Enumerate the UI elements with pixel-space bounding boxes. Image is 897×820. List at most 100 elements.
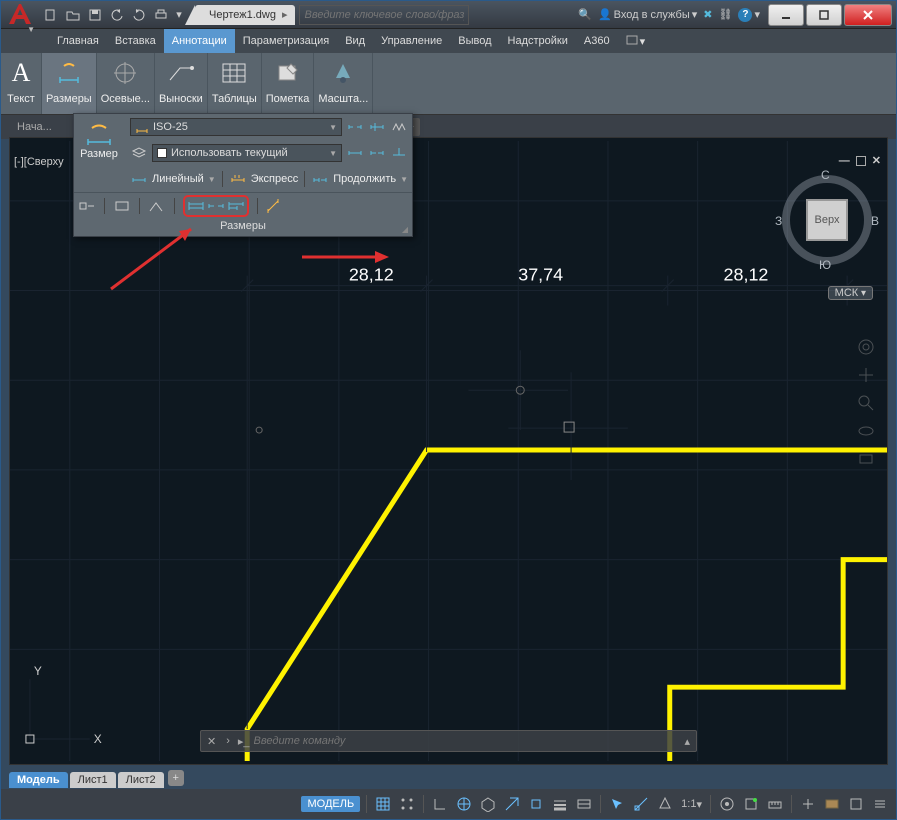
- dim-oblique-icon[interactable]: [266, 197, 284, 215]
- layout-add-button[interactable]: +: [168, 770, 184, 786]
- window-minimize-button[interactable]: [768, 4, 804, 26]
- start-tab[interactable]: Нача...: [7, 121, 62, 133]
- share-icon[interactable]: ⛓: [719, 8, 733, 21]
- qat-dropdown-icon[interactable]: ▾: [173, 5, 185, 25]
- infocenter-icon[interactable]: 🔍: [578, 8, 592, 21]
- status-iso-icon[interactable]: [798, 794, 818, 814]
- app-logo[interactable]: ▼: [3, 0, 37, 32]
- status-scale-button[interactable]: 1:1▾: [679, 794, 704, 814]
- status-polar-icon[interactable]: [454, 794, 474, 814]
- menu-output[interactable]: Вывод: [450, 29, 499, 53]
- continue-dim-label[interactable]: Продолжить: [333, 173, 396, 185]
- menu-home[interactable]: Главная: [49, 29, 107, 53]
- nav-showmotion-icon[interactable]: [857, 450, 875, 468]
- ribbon-panel-scale[interactable]: Масшта...: [314, 53, 373, 114]
- dimstyle-dropdown[interactable]: ISO-25 ▼: [130, 118, 342, 136]
- status-tpy-icon[interactable]: [574, 794, 594, 814]
- menu-addins[interactable]: Надстройки: [500, 29, 576, 53]
- cmdline-history-icon[interactable]: ▴: [678, 735, 696, 748]
- wcs-badge[interactable]: МСК ▾: [828, 286, 873, 300]
- menu-insert[interactable]: Вставка: [107, 29, 164, 53]
- dim-break-icon[interactable]: [346, 118, 364, 136]
- continue-dim-icon[interactable]: [311, 170, 329, 188]
- status-otrack-icon[interactable]: [502, 794, 522, 814]
- dim-jog-icon[interactable]: [390, 118, 408, 136]
- search-box[interactable]: [299, 5, 469, 25]
- ribbon-panel-centerlines[interactable]: Осевые...: [97, 53, 155, 114]
- nav-zoom-icon[interactable]: [857, 394, 875, 412]
- qat-new-icon[interactable]: [41, 5, 61, 25]
- dim-break2-icon[interactable]: [207, 197, 225, 215]
- dim-tool-c-icon[interactable]: [390, 144, 408, 162]
- dim-tool-a-icon[interactable]: [346, 144, 364, 162]
- document-tab[interactable]: Чертеж1.dwg ▸: [195, 5, 295, 25]
- status-qp-icon[interactable]: [607, 794, 627, 814]
- help-dropdown-icon[interactable]: ?▾: [738, 8, 760, 22]
- dim-layer-dropdown[interactable]: Использовать текущий ▼: [152, 144, 342, 162]
- viewcube[interactable]: Верх С В З Ю: [777, 170, 877, 270]
- menu-parametric[interactable]: Параметризация: [235, 29, 337, 53]
- cmdline-close-icon[interactable]: ✕: [201, 735, 222, 748]
- menu-a360[interactable]: A360: [576, 29, 618, 53]
- ribbon-panel-markup[interactable]: Пометка: [262, 53, 315, 114]
- status-ortho-icon[interactable]: [430, 794, 450, 814]
- status-clean-icon[interactable]: [846, 794, 866, 814]
- menu-view[interactable]: Вид: [337, 29, 373, 53]
- command-line[interactable]: ✕ › ▸_ ▴: [200, 730, 697, 752]
- panel-dialog-launcher-icon[interactable]: ◢: [402, 225, 408, 234]
- status-lwt-icon[interactable]: [550, 794, 570, 814]
- nav-pan-icon[interactable]: [857, 366, 875, 384]
- dim-extra-2-icon[interactable]: [113, 197, 131, 215]
- search-input[interactable]: [300, 6, 468, 24]
- status-units-icon[interactable]: [765, 794, 785, 814]
- qat-redo-icon[interactable]: [129, 5, 149, 25]
- qat-save-icon[interactable]: [85, 5, 105, 25]
- cmdline-recent-icon[interactable]: ›: [222, 735, 234, 747]
- status-model-button[interactable]: МОДЕЛЬ: [301, 796, 360, 812]
- menu-annotate[interactable]: Аннотации: [164, 29, 235, 53]
- express-dim-label[interactable]: Экспресс: [251, 173, 299, 185]
- menu-featured[interactable]: ▾: [618, 29, 654, 53]
- status-hwa-icon[interactable]: [822, 794, 842, 814]
- status-customize-icon[interactable]: [870, 794, 890, 814]
- status-grid-icon[interactable]: [373, 794, 393, 814]
- viewport-label[interactable]: [-][Сверху: [14, 156, 64, 168]
- layout-tab-sheet2[interactable]: Лист2: [118, 772, 164, 788]
- dim-tool-b-icon[interactable]: [368, 144, 386, 162]
- ribbon-panel-tables[interactable]: Таблицы: [208, 53, 262, 114]
- ribbon-panel-dimensions[interactable]: Размеры: [42, 53, 97, 114]
- status-ws-icon[interactable]: [717, 794, 737, 814]
- menu-manage[interactable]: Управление: [373, 29, 450, 53]
- status-isodraft-icon[interactable]: [478, 794, 498, 814]
- ribbon-panel-text[interactable]: A Текст: [1, 53, 42, 114]
- nav-wheel-icon[interactable]: [857, 338, 875, 356]
- window-maximize-button[interactable]: [806, 4, 842, 26]
- qat-bar-dropdown-icon[interactable]: ▸: [282, 8, 288, 21]
- vp-minimize-icon[interactable]: —: [839, 155, 850, 167]
- dimension-tool-button[interactable]: Размер: [76, 116, 122, 164]
- layout-tab-model[interactable]: Модель: [9, 772, 68, 788]
- dim-extra-3-icon[interactable]: [148, 197, 166, 215]
- qat-print-icon[interactable]: [151, 5, 171, 25]
- window-close-button[interactable]: [844, 4, 892, 26]
- command-input[interactable]: [254, 735, 679, 747]
- nav-orbit-icon[interactable]: [857, 422, 875, 440]
- express-dim-icon[interactable]: [229, 170, 247, 188]
- status-annomon-icon[interactable]: [741, 794, 761, 814]
- status-sc-icon[interactable]: [631, 794, 651, 814]
- dim-adjust-icon[interactable]: [368, 118, 386, 136]
- status-snap-icon[interactable]: [397, 794, 417, 814]
- dim-extra-1-icon[interactable]: [78, 197, 96, 215]
- ribbon-panel-leaders[interactable]: Выноски: [155, 53, 208, 114]
- vp-close-icon[interactable]: ✕: [872, 154, 881, 167]
- qat-undo-icon[interactable]: [107, 5, 127, 25]
- linear-dim-label[interactable]: Линейный: [152, 173, 204, 185]
- dim-baseline-icon[interactable]: [227, 197, 245, 215]
- login-button[interactable]: 👤 Вход в службы▾: [598, 8, 697, 21]
- dim-space-icon[interactable]: [187, 197, 205, 215]
- exchange-icon[interactable]: ✖: [703, 8, 712, 21]
- vp-maximize-icon[interactable]: [856, 156, 866, 166]
- linear-dim-icon[interactable]: [130, 170, 148, 188]
- qat-open-icon[interactable]: [63, 5, 83, 25]
- layout-tab-sheet1[interactable]: Лист1: [70, 772, 116, 788]
